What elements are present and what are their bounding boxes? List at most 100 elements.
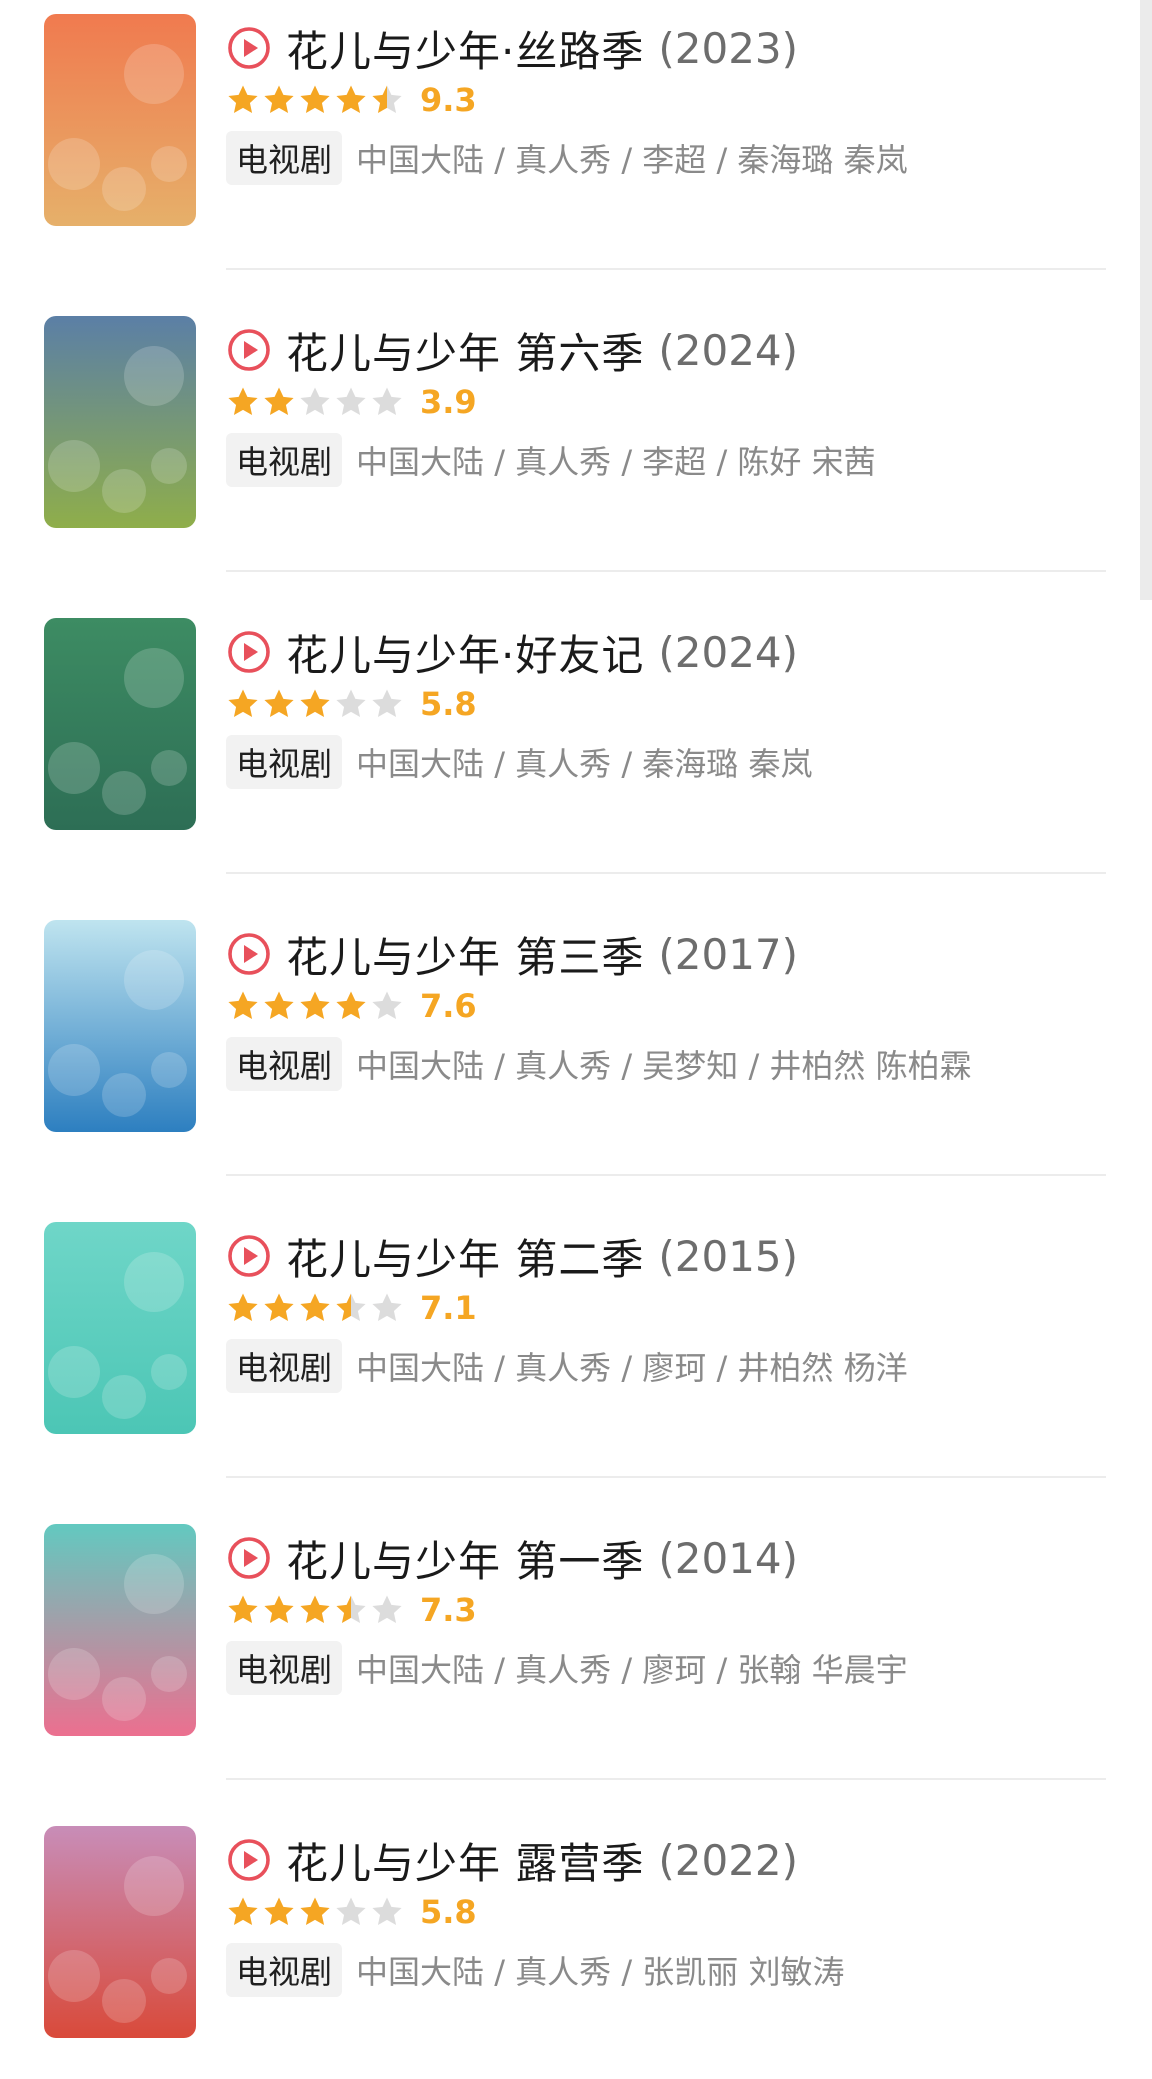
star-rating	[226, 989, 406, 1023]
rating-row: 3.9	[226, 382, 477, 422]
poster-image[interactable]	[44, 920, 196, 1132]
result-item[interactable]: 花儿与少年·好友记 (2024) 5.8 电视剧 中国大陆 / 真人秀 / 秦海璐 秦岚	[0, 604, 1140, 906]
star-icon	[298, 687, 332, 721]
show-year: (2017)	[658, 929, 799, 979]
star-icon	[226, 83, 260, 117]
poster-image[interactable]	[44, 1826, 196, 2038]
star-icon	[226, 687, 260, 721]
rating-score: 7.6	[420, 987, 477, 1025]
result-item[interactable]: 花儿与少年 露营季 (2022) 5.8 电视剧 中国大陆 / 真人秀 / 张凯丽 刘敏…	[0, 1812, 1140, 2079]
show-year: (2024)	[658, 325, 799, 375]
title-row[interactable]: 花儿与少年 露营季 (2022)	[226, 1828, 798, 1892]
meta-row: 电视剧 中国大陆 / 真人秀 / 吴梦知 / 井柏然 陈柏霖	[226, 1037, 972, 1091]
show-title[interactable]: 花儿与少年 第三季	[286, 924, 644, 985]
show-title[interactable]: 花儿与少年 第二季	[286, 1226, 644, 1287]
star-rating	[226, 83, 406, 117]
star-icon	[334, 1291, 368, 1325]
play-circle-icon[interactable]	[226, 25, 272, 71]
rating-row: 7.1	[226, 1288, 477, 1328]
divider	[226, 570, 1106, 572]
star-icon	[262, 1291, 296, 1325]
star-icon	[370, 385, 404, 419]
show-meta: 中国大陆 / 真人秀 / 秦海璐 秦岚	[356, 745, 813, 783]
star-icon	[262, 1895, 296, 1929]
star-icon	[262, 989, 296, 1023]
rating-score: 3.9	[420, 383, 477, 421]
result-item[interactable]: 花儿与少年 第一季 (2014) 7.3 电视剧 中国大陆 / 真人秀 / 廖珂 / 张…	[0, 1510, 1140, 1812]
star-icon	[370, 989, 404, 1023]
title-row[interactable]: 花儿与少年 第六季 (2024)	[226, 318, 798, 382]
play-circle-icon[interactable]	[226, 1233, 272, 1279]
star-icon	[262, 83, 296, 117]
poster-image[interactable]	[44, 1524, 196, 1736]
result-list: 花儿与少年·丝路季 (2023) 9.3 电视剧 中国大陆 / 真人秀 / 李超 / 秦…	[0, 0, 1140, 2079]
type-badge: 电视剧	[226, 131, 343, 185]
title-row[interactable]: 花儿与少年 第三季 (2017)	[226, 922, 798, 986]
star-icon	[298, 989, 332, 1023]
star-icon	[370, 83, 404, 117]
result-item[interactable]: 花儿与少年 第二季 (2015) 7.1 电视剧 中国大陆 / 真人秀 / 廖珂 / 井…	[0, 1208, 1140, 1510]
star-icon	[226, 1291, 260, 1325]
result-item[interactable]: 花儿与少年·丝路季 (2023) 9.3 电视剧 中国大陆 / 真人秀 / 李超 / 秦…	[0, 0, 1140, 302]
show-meta: 中国大陆 / 真人秀 / 李超 / 秦海璐 秦岚	[356, 141, 908, 179]
rating-score: 5.8	[420, 685, 477, 723]
star-icon	[334, 83, 368, 117]
title-row[interactable]: 花儿与少年 第一季 (2014)	[226, 1526, 798, 1590]
play-circle-icon[interactable]	[226, 1535, 272, 1581]
play-circle-icon[interactable]	[226, 629, 272, 675]
show-meta: 中国大陆 / 真人秀 / 吴梦知 / 井柏然 陈柏霖	[356, 1047, 972, 1085]
meta-row: 电视剧 中国大陆 / 真人秀 / 李超 / 秦海璐 秦岚	[226, 131, 908, 185]
star-icon	[370, 1291, 404, 1325]
show-title[interactable]: 花儿与少年 第一季	[286, 1528, 644, 1589]
poster-image[interactable]	[44, 316, 196, 528]
star-icon	[298, 83, 332, 117]
rating-row: 7.3	[226, 1590, 477, 1630]
play-circle-icon[interactable]	[226, 1837, 272, 1883]
star-icon	[334, 1593, 368, 1627]
type-badge: 电视剧	[226, 1339, 343, 1393]
show-title[interactable]: 花儿与少年·丝路季	[286, 18, 644, 79]
scrollbar[interactable]	[1140, 0, 1152, 600]
poster-image[interactable]	[44, 618, 196, 830]
star-icon	[370, 1895, 404, 1929]
play-circle-icon[interactable]	[226, 327, 272, 373]
rating-row: 7.6	[226, 986, 477, 1026]
poster-image[interactable]	[44, 14, 196, 226]
star-icon	[334, 687, 368, 721]
divider	[226, 1174, 1106, 1176]
star-icon	[226, 385, 260, 419]
star-icon	[370, 687, 404, 721]
star-rating	[226, 385, 406, 419]
divider	[226, 1778, 1106, 1780]
title-row[interactable]: 花儿与少年·好友记 (2024)	[226, 620, 798, 684]
show-year: (2014)	[658, 1533, 799, 1583]
show-title[interactable]: 花儿与少年 第六季	[286, 320, 644, 381]
meta-row: 电视剧 中国大陆 / 真人秀 / 李超 / 陈好 宋茜	[226, 433, 876, 487]
type-badge: 电视剧	[226, 735, 343, 789]
show-title[interactable]: 花儿与少年·好友记	[286, 622, 644, 683]
divider	[226, 1476, 1106, 1478]
meta-row: 电视剧 中国大陆 / 真人秀 / 廖珂 / 张翰 华晨宇	[226, 1641, 908, 1695]
star-icon	[298, 1593, 332, 1627]
rating-score: 5.8	[420, 1893, 477, 1931]
star-icon	[370, 1593, 404, 1627]
show-title[interactable]: 花儿与少年 露营季	[286, 1830, 644, 1891]
poster-image[interactable]	[44, 1222, 196, 1434]
title-row[interactable]: 花儿与少年·丝路季 (2023)	[226, 16, 798, 80]
star-icon	[226, 1895, 260, 1929]
rating-score: 9.3	[420, 81, 477, 119]
star-icon	[226, 1593, 260, 1627]
type-badge: 电视剧	[226, 433, 343, 487]
rating-row: 5.8	[226, 684, 477, 724]
star-rating	[226, 1291, 406, 1325]
play-circle-icon[interactable]	[226, 931, 272, 977]
result-item[interactable]: 花儿与少年 第三季 (2017) 7.6 电视剧 中国大陆 / 真人秀 / 吴梦知 / …	[0, 906, 1140, 1208]
meta-row: 电视剧 中国大陆 / 真人秀 / 秦海璐 秦岚	[226, 735, 813, 789]
star-icon	[298, 1895, 332, 1929]
result-item[interactable]: 花儿与少年 第六季 (2024) 3.9 电视剧 中国大陆 / 真人秀 / 李超 / 陈…	[0, 302, 1140, 604]
show-year: (2024)	[658, 627, 799, 677]
show-meta: 中国大陆 / 真人秀 / 张凯丽 刘敏涛	[356, 1953, 845, 1991]
title-row[interactable]: 花儿与少年 第二季 (2015)	[226, 1224, 798, 1288]
type-badge: 电视剧	[226, 1943, 343, 1997]
star-rating	[226, 1593, 406, 1627]
